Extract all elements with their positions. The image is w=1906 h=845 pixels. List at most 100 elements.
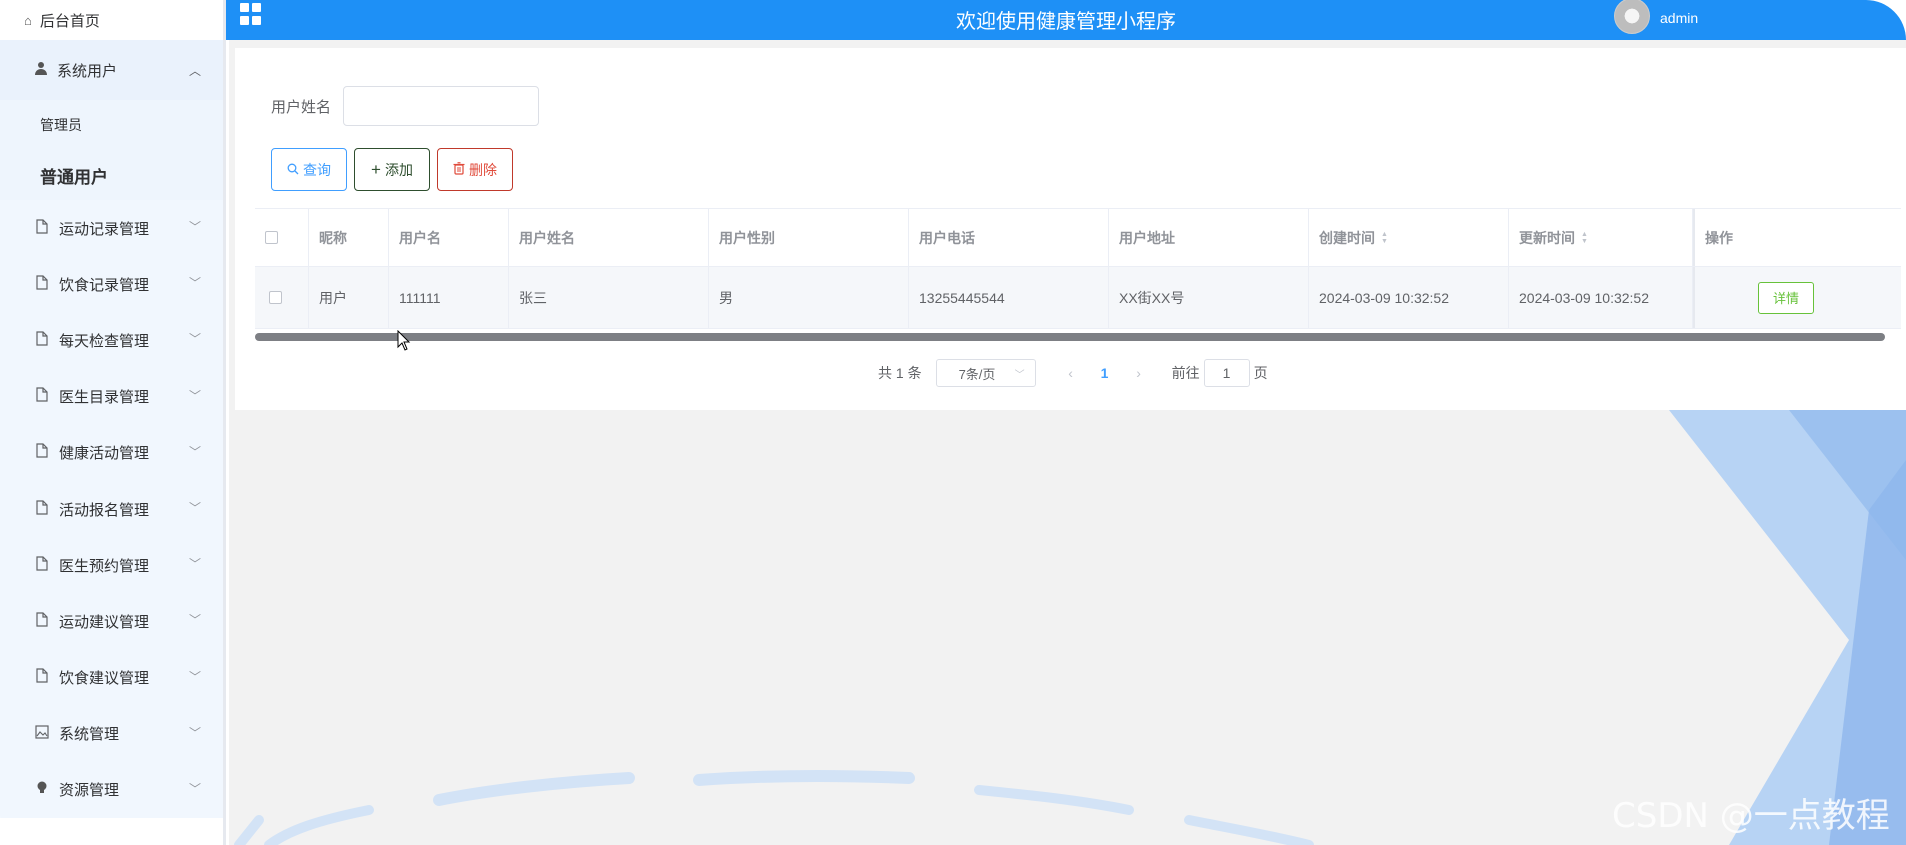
file-icon <box>34 331 50 350</box>
user-table: 昵称 用户名 用户姓名 用户性别 用户电话 用户地址 创建时间 ▲ ▼ 更新时间 … <box>255 208 1901 329</box>
column-header: 用户姓名 <box>509 209 709 266</box>
column-header: 用户地址 <box>1109 209 1309 266</box>
sidebar-item-0[interactable]: 运动记录管理 ﹀ <box>0 200 223 257</box>
username-search-input[interactable] <box>343 86 540 126</box>
sort-icon[interactable]: ▲ ▼ <box>1581 231 1588 245</box>
file-icon <box>34 443 50 462</box>
user-icon <box>34 61 48 79</box>
detail-button[interactable]: 详情 <box>1758 281 1814 314</box>
file-icon <box>34 387 50 406</box>
chevron-down-icon: ﹀ <box>188 220 201 234</box>
file-icon <box>34 612 50 631</box>
sidebar-item-home[interactable]: ⌂ 后台首页 <box>0 0 223 40</box>
sidebar-item-10[interactable]: 资源管理 ﹀ <box>0 761 223 819</box>
chevron-down-icon: ﹀ <box>188 500 201 515</box>
goto-page-input[interactable]: 1 <box>1203 359 1250 387</box>
sidebar-group-label: 系统用户 <box>57 62 118 80</box>
sidebar-item-3[interactable]: 医生目录管理 ﹀ <box>0 368 223 425</box>
sidebar-item-9[interactable]: 系统管理 ﹀ <box>0 705 223 762</box>
toolbar: 查询 + 添加 删除 <box>271 148 520 191</box>
page-suffix: 页 <box>1253 365 1268 381</box>
column-header: 昵称 <box>309 209 389 266</box>
table-cell: 张三 <box>509 267 709 328</box>
sidebar-item-4[interactable]: 健康活动管理 ﹀ <box>0 424 223 481</box>
bulb-icon <box>34 780 50 799</box>
sidebar-submenu: 管理员 普通用户 <box>0 100 223 200</box>
trash-icon <box>453 161 465 178</box>
table-cell: 用户 <box>309 267 389 328</box>
query-button[interactable]: 查询 <box>271 148 347 191</box>
sidebar-item-label: 管理员 <box>40 117 82 133</box>
pagination-total: 共 1 条 <box>878 365 922 381</box>
sidebar-item-7[interactable]: 运动建议管理 ﹀ <box>0 593 223 650</box>
chevron-down-icon: ﹀ <box>188 781 201 796</box>
chevron-down-icon: ﹀ <box>188 388 201 403</box>
page-title: 欢迎使用健康管理小程序 <box>956 9 1176 33</box>
chevron-down-icon: ﹀ <box>188 725 201 740</box>
table-header-row: 昵称 用户名 用户姓名 用户性别 用户电话 用户地址 创建时间 ▲ ▼ 更新时间 … <box>255 209 1901 267</box>
sort-icon[interactable]: ▲ ▼ <box>1381 231 1388 245</box>
row-checkbox-cell <box>255 267 309 328</box>
chevron-down-icon: ﹀ <box>188 669 201 684</box>
sidebar-item-2[interactable]: 每天检查管理 ﹀ <box>0 312 223 369</box>
mouse-cursor-icon <box>397 330 411 351</box>
next-page-icon[interactable]: › <box>1126 365 1152 381</box>
select-all-checkbox-cell <box>255 209 309 266</box>
chevron-down-icon: ﹀ <box>188 276 201 291</box>
sidebar-item-8[interactable]: 饮食建议管理 ﹀ <box>0 649 223 706</box>
add-button[interactable]: + 添加 <box>354 148 430 191</box>
sidebar-item-label: 医生目录管理 <box>59 389 150 407</box>
add-button-label: 添加 <box>384 161 413 178</box>
sidebar-group-system-users[interactable]: 系统用户 ︿ <box>0 40 223 100</box>
table-row: 用户 111111 张三 男 13255445544 XX街XX号 2024-0… <box>255 267 1901 329</box>
horizontal-scrollbar[interactable] <box>255 333 1885 341</box>
delete-button[interactable]: 删除 <box>437 148 513 191</box>
sidebar-item-label: 运动建议管理 <box>59 613 150 631</box>
sidebar-item-5[interactable]: 活动报名管理 ﹀ <box>0 480 223 538</box>
sidebar-item-label: 医生预约管理 <box>59 557 150 575</box>
sidebar-item-label: 健康活动管理 <box>59 445 150 463</box>
sidebar-item-1[interactable]: 饮食记录管理 ﹀ <box>0 256 223 313</box>
chevron-down-icon: ﹀ <box>188 444 201 459</box>
column-header-created-sortable[interactable]: 创建时间 ▲ ▼ <box>1309 209 1509 266</box>
sidebar-item-6[interactable]: 医生预约管理 ﹀ <box>0 537 223 594</box>
top-header: 欢迎使用健康管理小程序 admin <box>226 0 1906 40</box>
page-number[interactable]: 1 <box>1092 365 1118 381</box>
column-header: 用户电话 <box>909 209 1109 266</box>
chevron-down-icon: ﹀ <box>188 332 201 347</box>
sidebar-item-admin[interactable]: 管理员 <box>0 100 223 150</box>
table-cell: 13255445544 <box>909 267 1109 328</box>
column-header: 操作 <box>1693 209 1901 266</box>
search-row: 用户姓名 <box>271 86 540 126</box>
sidebar-item-label: 普通用户 <box>40 167 108 187</box>
file-icon <box>34 668 50 687</box>
delete-button-label: 删除 <box>469 161 497 178</box>
row-checkbox[interactable] <box>269 291 282 304</box>
table-cell: 111111 <box>389 267 509 328</box>
sidebar-item-normal-user[interactable]: 普通用户 <box>0 150 223 200</box>
sidebar-item-label: 运动记录管理 <box>59 220 150 238</box>
sidebar-item-label: 饮食记录管理 <box>59 276 150 294</box>
column-header-updated-sortable[interactable]: 更新时间 ▲ ▼ <box>1509 209 1693 266</box>
page-size-select[interactable]: 7条/页 ﹀ <box>935 359 1036 387</box>
home-icon: ⌂ <box>24 12 32 28</box>
file-icon <box>34 556 50 575</box>
sidebar-home-label: 后台首页 <box>39 12 100 30</box>
goto-label: 前往 <box>1171 365 1200 381</box>
table-cell: 2024-03-09 10:32:52 <box>1309 267 1509 328</box>
username-label[interactable]: admin <box>1660 10 1698 26</box>
action-cell: 详情 <box>1693 267 1901 328</box>
picture-icon <box>34 725 50 743</box>
query-button-label: 查询 <box>303 161 331 178</box>
plus-icon: + <box>371 159 381 179</box>
column-header: 用户名 <box>389 209 509 266</box>
file-icon <box>34 275 50 294</box>
sidebar: ⌂ 后台首页 系统用户 ︿ 管理员 普通用户 运动记录管理 ﹀ 饮食记录管理 ﹀ 每天检… <box>0 0 226 845</box>
page-size-value: 7条/页 <box>958 366 996 382</box>
sidebar-item-label: 饮食建议管理 <box>59 670 150 688</box>
pagination: 共 1 条 7条/页 ﹀ ‹ 1 › 前往 1 页 <box>878 359 1268 387</box>
sidebar-item-label: 活动报名管理 <box>59 501 150 519</box>
select-all-checkbox[interactable] <box>265 231 278 244</box>
prev-page-icon[interactable]: ‹ <box>1058 365 1084 381</box>
table-cell: 2024-03-09 10:32:52 <box>1509 267 1693 328</box>
